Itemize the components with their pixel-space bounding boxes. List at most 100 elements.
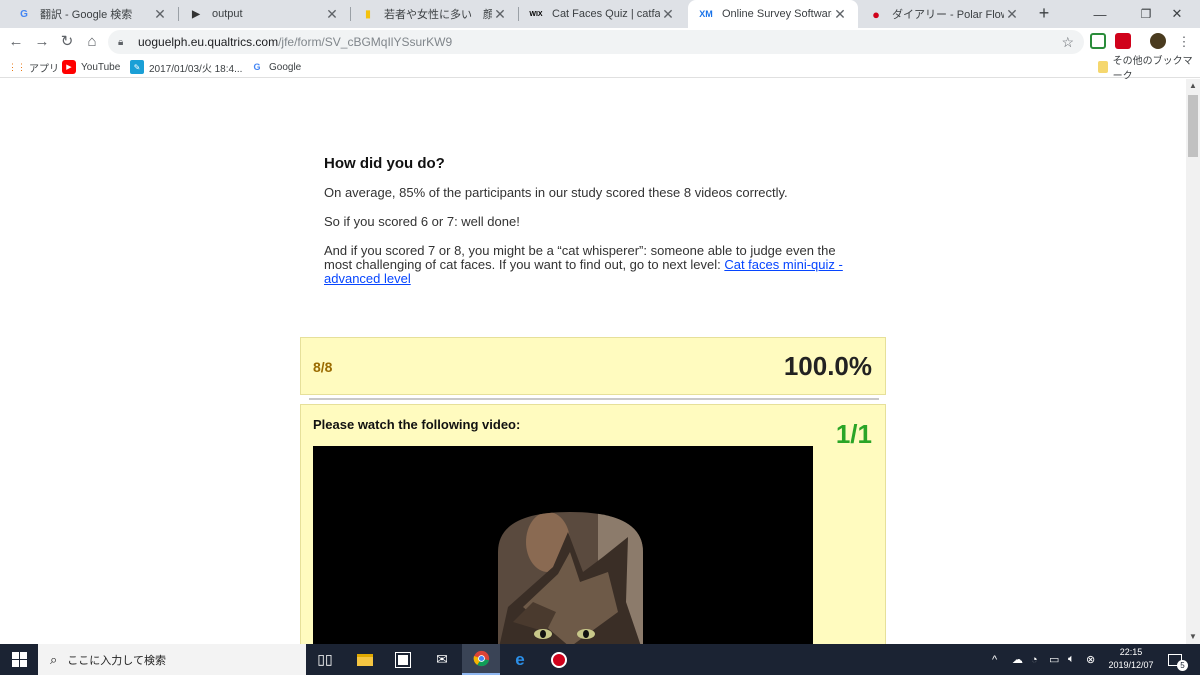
page-scrollbar[interactable]: ▲ ▼ — [1186, 79, 1200, 644]
google-icon: G — [253, 62, 261, 72]
average-text: On average, 85% of the participants in o… — [324, 185, 788, 200]
mail-icon[interactable]: ✉ — [423, 644, 461, 675]
youtube-icon: ▶ — [62, 60, 76, 74]
url-host: uoguelph.eu.qualtrics.com — [138, 35, 279, 49]
cat-video-frame — [498, 512, 643, 644]
taskbar-search[interactable]: ⌕ ここに入力して検索 — [38, 644, 306, 675]
file-explorer-icon[interactable] — [346, 644, 384, 675]
question-block: Please watch the following video: 1/1 — [300, 404, 886, 644]
cat-whisperer-text: And if you scored 7 or 8, you might be a… — [324, 244, 864, 286]
network-icon[interactable]: ◔ — [1031, 644, 1038, 675]
close-tab-icon[interactable]: ✕ — [660, 6, 676, 23]
bookmark-label: アプリ — [29, 63, 59, 75]
lock-icon: 🔒︎ — [118, 36, 124, 48]
video-thumbnail-icon: ▶ — [192, 8, 200, 20]
bookmark-label: YouTube — [81, 61, 121, 73]
tab-polar-flow[interactable]: ● ダイアリー - Polar Flow ✕ — [858, 0, 1030, 28]
menu-icon[interactable]: ⋮ — [1174, 32, 1194, 52]
windows-logo-icon — [11, 652, 27, 667]
system-clock[interactable]: 22:15 2019/12/07 — [1102, 646, 1160, 672]
battery-icon[interactable]: ▭ — [1049, 644, 1059, 675]
bookmark-google[interactable]: G Google — [250, 59, 301, 75]
scroll-thumb[interactable] — [1188, 95, 1198, 157]
onedrive-icon[interactable]: ☁ — [1012, 644, 1023, 675]
tab-title: ダイアリー - Polar Flow — [892, 9, 1004, 21]
tab-title: Cat Faces Quiz | catfaces — [552, 8, 660, 20]
windows-taskbar: ⌕ ここに入力して検索 ▯▯ ✉ e ^ ☁ ◔ ▭ 🔈︎ ⊗ 22:15 20… — [0, 644, 1200, 675]
results-heading: How did you do? — [324, 155, 445, 172]
score-percent: 100.0% — [783, 351, 872, 381]
score-summary: 8/8 100.0% — [300, 337, 886, 395]
tab-output[interactable]: ▶ output ✕ — [178, 0, 350, 28]
tab-article[interactable]: ▮ 若者や女性に多い 顔の表情 ✕ — [350, 0, 518, 28]
tab-title: 若者や女性に多い 顔の表情 — [384, 9, 492, 21]
other-bookmarks[interactable]: その他のブックマーク — [1098, 56, 1200, 82]
edge-icon[interactable]: e — [501, 644, 539, 675]
folder-icon — [1098, 61, 1108, 73]
bookmark-label: 2017/01/03/火 18:4... — [149, 63, 243, 75]
well-done-text: So if you scored 6 or 7: well done! — [324, 214, 520, 229]
minimize-button[interactable]: — — [1077, 0, 1123, 28]
tab-cat-faces-quiz[interactable]: WIX Cat Faces Quiz | catfaces ✕ — [518, 0, 686, 28]
address-bar[interactable]: 🔒︎ uoguelph.eu.qualtrics.com/jfe/form/SV… — [108, 30, 1084, 54]
results-intro: How did you do? On average, 85% of the p… — [324, 155, 864, 301]
apps-grid-icon: ⋮⋮ — [8, 61, 26, 72]
extension-icon[interactable] — [1090, 33, 1106, 49]
bookmark-date[interactable]: ✎ 2017/01/03/火 18:4... — [130, 59, 242, 75]
tray-chevron-icon[interactable]: ^ — [992, 644, 997, 675]
new-tab-button[interactable]: + — [1035, 3, 1053, 25]
bookmark-youtube[interactable]: ▶ YouTube — [62, 59, 120, 75]
search-icon: ⌕ — [50, 651, 58, 667]
volume-icon[interactable]: 🔈︎ — [1068, 644, 1075, 675]
tab-title: output — [212, 8, 243, 20]
bookmark-label: その他のブックマーク — [1112, 56, 1193, 82]
profile-avatar[interactable] — [1150, 33, 1166, 49]
polar-flow-icon[interactable] — [540, 644, 578, 675]
extension-icon[interactable] — [1115, 33, 1131, 49]
tab-title: Online Survey Software | Qua — [722, 8, 832, 20]
video-player[interactable] — [313, 446, 813, 644]
polar-icon: ● — [872, 6, 880, 22]
google-icon: G — [20, 8, 28, 20]
bookmark-label: Google — [269, 61, 302, 73]
notification-count: 5 — [1177, 659, 1188, 671]
score-fraction: 8/8 — [313, 359, 333, 375]
question-score: 1/1 — [835, 419, 872, 449]
divider — [309, 398, 879, 400]
reload-button[interactable]: ↻ — [57, 32, 77, 52]
browser-toolbar: ← → ↻ ⌂ 🔒︎ uoguelph.eu.qualtrics.com/jfe… — [0, 28, 1200, 56]
tab-google-translate[interactable]: G 翻訳 - Google 検索 ✕ — [6, 0, 178, 28]
forward-button[interactable]: → — [32, 32, 52, 52]
clock-date: 2019/12/07 — [1108, 660, 1154, 670]
url-path: /jfe/form/SV_cBGMqIlYSsurKW9 — [278, 35, 453, 49]
start-button[interactable] — [0, 644, 38, 675]
search-placeholder: ここに入力して検索 — [67, 654, 166, 667]
close-tab-icon[interactable]: ✕ — [492, 6, 508, 23]
status-icon[interactable]: ⊗ — [1086, 644, 1095, 675]
close-tab-icon[interactable]: ✕ — [324, 6, 340, 23]
scroll-up-arrow-icon[interactable]: ▲ — [1186, 79, 1200, 93]
close-tab-icon[interactable]: ✕ — [1004, 6, 1020, 23]
task-view-icon[interactable]: ▯▯ — [306, 644, 344, 675]
notification-center-icon[interactable]: 5 — [1168, 644, 1188, 675]
survey-page: How did you do? On average, 85% of the p… — [0, 79, 1186, 644]
bookmarks-bar: ⋮⋮ アプリ ▶ YouTube ✎ 2017/01/03/火 18:4... … — [0, 56, 1200, 82]
calendar-icon: ✎ — [130, 60, 144, 74]
bookmark-apps[interactable]: ⋮⋮ アプリ — [8, 59, 59, 75]
tab-title: 翻訳 - Google 検索 — [40, 9, 133, 21]
store-icon[interactable] — [384, 644, 422, 675]
close-tab-icon[interactable]: ✕ — [152, 6, 168, 23]
home-button[interactable]: ⌂ — [82, 32, 102, 52]
bookmark-icon: ▮ — [365, 8, 371, 20]
bookmark-star-icon[interactable]: ☆ — [1061, 34, 1074, 51]
scroll-down-arrow-icon[interactable]: ▼ — [1186, 630, 1200, 644]
chrome-icon[interactable] — [462, 644, 500, 675]
close-window-button[interactable]: ✕ — [1154, 0, 1200, 28]
close-tab-icon[interactable]: ✕ — [832, 6, 848, 23]
tab-qualtrics[interactable]: XM Online Survey Software | Qua ✕ — [688, 0, 858, 28]
qualtrics-xm-icon: XM — [699, 9, 713, 19]
wix-icon: WIX — [529, 10, 543, 18]
question-title: Please watch the following video: — [313, 417, 521, 432]
tab-strip: G 翻訳 - Google 検索 ✕ ▶ output ✕ ▮ 若者や女性に多い… — [0, 0, 1200, 28]
back-button[interactable]: ← — [6, 32, 26, 52]
